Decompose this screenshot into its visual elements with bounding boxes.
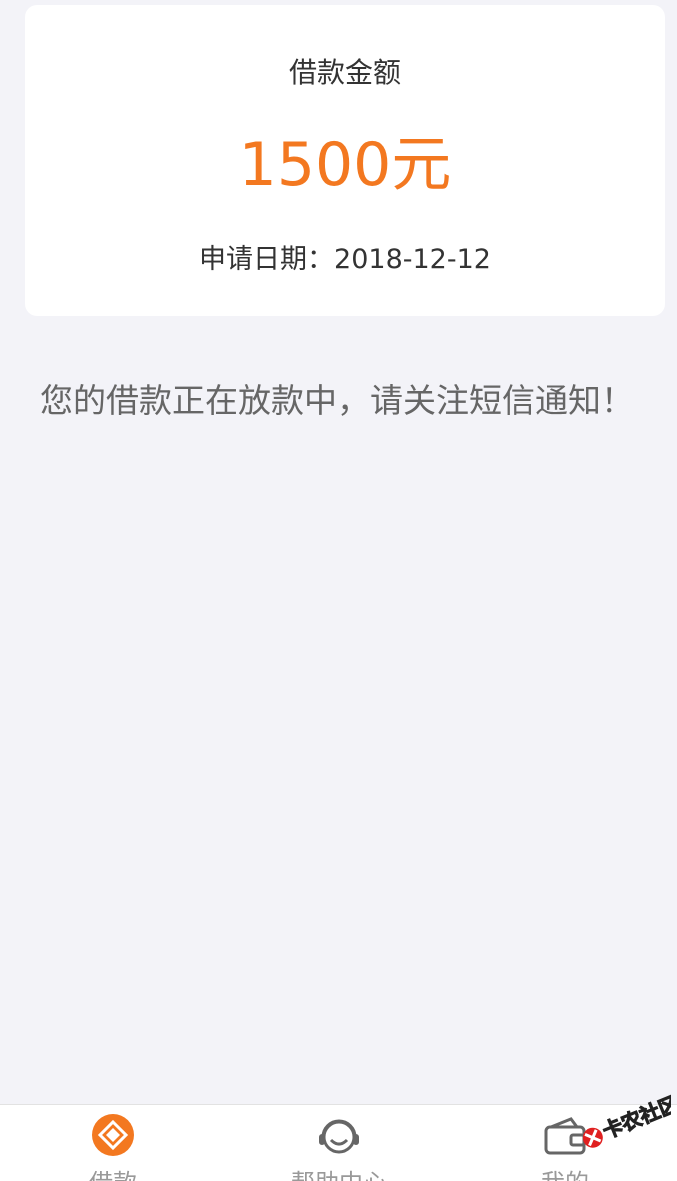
loan-amount-label: 借款金额 xyxy=(288,56,401,89)
tab-help-center[interactable]: 帮助中心 xyxy=(226,1105,452,1181)
tab-loan-label: 借款 xyxy=(0,1163,226,1181)
tab-loan[interactable]: 借款 xyxy=(0,1105,226,1181)
loan-amount-card: 借款金额 1500元 申请日期：2018-12-12 xyxy=(25,5,665,316)
loan-icon xyxy=(92,1114,134,1156)
tab-mine-label: 我的 xyxy=(452,1163,677,1181)
headset-icon xyxy=(319,1119,359,1154)
application-date: 申请日期：2018-12-12 xyxy=(199,244,491,275)
disbursement-notice: 您的借款正在放款中，请关注短信通知！ xyxy=(40,381,634,420)
watermark-text: 卡农社区 xyxy=(599,1092,671,1143)
loan-amount-value: 1500元 xyxy=(238,130,452,200)
watermark-logo: 卡农社区 xyxy=(582,1092,671,1148)
tab-help-center-label: 帮助中心 xyxy=(226,1163,452,1181)
